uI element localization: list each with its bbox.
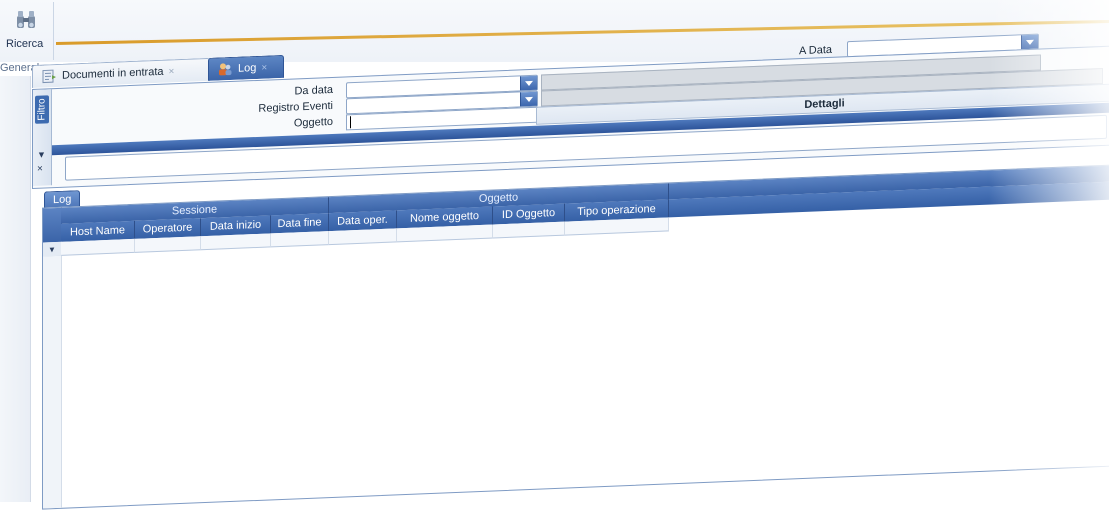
grid-corner — [43, 207, 62, 243]
filter-cell-tipo-operazione[interactable] — [565, 217, 669, 236]
pin-icon[interactable]: ▼ — [37, 149, 46, 159]
da-data-label: Da data — [294, 83, 333, 98]
filter-cell-host-name[interactable] — [61, 238, 135, 256]
tab-label: Documenti in entrata — [62, 65, 164, 82]
log-grid: Sessione Oggetto Host Name Operatore Dat… — [42, 164, 1109, 510]
filter-side-tab: Filtro ▼ × — [33, 89, 52, 186]
close-icon[interactable]: × — [37, 164, 43, 175]
users-icon — [219, 63, 232, 76]
binoculars-icon — [17, 11, 35, 28]
chevron-down-icon[interactable] — [520, 75, 537, 91]
chevron-down-icon[interactable] — [1021, 34, 1038, 50]
filter-cell-data-oper[interactable] — [329, 228, 397, 246]
filter-cell-data-fine[interactable] — [271, 231, 329, 248]
chevron-down-icon[interactable] — [520, 91, 537, 107]
close-icon[interactable]: × — [169, 66, 175, 77]
tab-label: Log — [238, 61, 257, 75]
filter-tab-label[interactable]: Filtro — [35, 95, 49, 124]
filter-cell-nome-oggetto[interactable] — [397, 224, 493, 243]
grid-row-headers — [43, 255, 62, 509]
filter-cell-operatore[interactable] — [135, 236, 201, 253]
column-data-fine[interactable]: Data fine — [271, 213, 329, 234]
registro-eventi-label: Registro Eventi — [258, 99, 333, 115]
search-button-label: Ricerca — [6, 38, 44, 50]
close-icon[interactable]: × — [261, 62, 267, 73]
oggetto-label: Oggetto — [293, 115, 333, 130]
document-icon — [42, 69, 56, 84]
filter-cell-data-inizio[interactable] — [201, 233, 271, 251]
search-button[interactable]: Ricerca — [4, 8, 52, 54]
left-side-strip — [0, 76, 31, 502]
work-area: Documenti in entrata × Log × A Data Filt… — [32, 7, 1109, 510]
tab-log[interactable]: Log × — [208, 54, 284, 81]
filter-cell-id-oggetto[interactable] — [493, 221, 565, 239]
text-caret — [350, 116, 351, 129]
